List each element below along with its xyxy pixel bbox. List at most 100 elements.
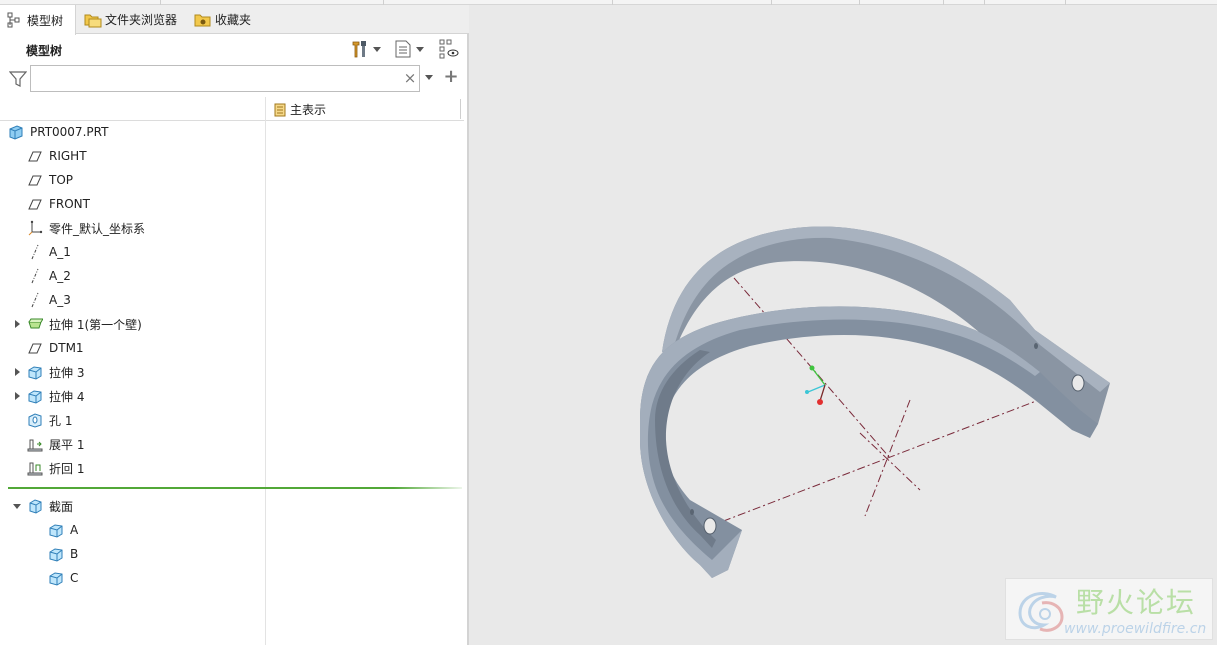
tree-settings-button[interactable]: [350, 38, 381, 60]
hole-small: [1034, 343, 1038, 349]
tree-item[interactable]: 孔 1: [12, 408, 72, 432]
section-icon: [49, 548, 63, 562]
column-primary-display[interactable]: 主表示: [273, 101, 326, 118]
tree-item-label: 拉伸 3: [49, 365, 85, 380]
tree-settings-tools-icon: [352, 41, 366, 58]
datum-axis-line: [707, 387, 1071, 528]
tree-filters-button[interactable]: [438, 38, 460, 60]
tree-item-label: PRT0007.PRT: [30, 125, 109, 139]
add-search-plus-icon[interactable]: +: [442, 67, 460, 89]
datum-plane-icon: [28, 151, 42, 162]
tab-model-tree[interactable]: 模型树: [0, 5, 76, 35]
csys-y-dot: [809, 365, 815, 371]
tree-item-label: C: [70, 571, 79, 585]
tree-item[interactable]: A_2: [12, 264, 71, 288]
tree-item-label: 展平 1: [49, 437, 85, 452]
tree-item-label: 孔 1: [49, 413, 73, 428]
tree-show-button[interactable]: [393, 38, 424, 60]
tree-item[interactable]: 拉伸 4: [12, 384, 84, 408]
tree-search-row: × +: [0, 64, 469, 94]
coordinate-system-icon: [28, 220, 43, 236]
tree-item[interactable]: A_3: [12, 288, 71, 312]
tree-item[interactable]: DTM1: [12, 336, 84, 360]
display-state-icon: [274, 103, 286, 116]
datum-plane-icon: [28, 343, 42, 354]
hole: [703, 517, 717, 535]
search-options-chevron-down-icon[interactable]: [425, 75, 433, 80]
sheetmetal-part-render: [640, 226, 1110, 578]
tree-item[interactable]: 展平 1: [12, 432, 84, 456]
datum-axis-icon: [31, 292, 39, 308]
tree-column-header: 主表示: [0, 97, 464, 121]
tree-item-sections[interactable]: 截面: [12, 494, 73, 518]
csys-y-axis: [811, 367, 826, 386]
datum-axis-line: [859, 432, 921, 491]
forum-watermark: 野火论坛 www.proewildfire.cn: [1005, 578, 1213, 640]
chevron-right-icon: [14, 320, 20, 328]
datum-axis-icon: [31, 244, 39, 260]
unbend-icon: [27, 439, 43, 452]
expand-toggle[interactable]: [12, 384, 22, 408]
tree-item-label: A_1: [49, 245, 71, 259]
tab-folder-browser[interactable]: 文件夹浏览器: [78, 5, 188, 34]
column-divider: [265, 97, 266, 645]
extrude-icon: [28, 366, 42, 380]
favorites-icon: [194, 12, 211, 28]
model-tree-icon: [6, 12, 22, 28]
tree-item-label: 截面: [49, 499, 74, 514]
filter-funnel-icon[interactable]: [9, 70, 27, 88]
tree-item-label: 拉伸 4: [49, 389, 85, 404]
tree-item[interactable]: RIGHT: [12, 144, 87, 168]
chevron-down-icon: [416, 46, 424, 52]
part-icon: [9, 125, 23, 140]
insert-here-marker[interactable]: [8, 487, 462, 489]
chevron-right-icon: [14, 368, 20, 376]
tab-label: 收藏夹: [215, 13, 252, 27]
tab-label: 文件夹浏览器: [105, 13, 178, 27]
tree-item[interactable]: 折回 1: [12, 456, 84, 480]
navigator-panel: 模型树 文件夹浏览器 收藏夹 模型树 × + 主表示 PRT0007.PRT R…: [0, 5, 469, 645]
section-item[interactable]: C: [48, 566, 78, 590]
tree-item[interactable]: 拉伸 3: [12, 360, 84, 384]
clear-search-icon[interactable]: ×: [402, 69, 418, 87]
tree-item-label: DTM1: [49, 341, 84, 355]
sheetmetal-wall-icon: [28, 318, 43, 329]
expand-toggle[interactable]: [12, 360, 22, 384]
watermark-title: 野火论坛: [1076, 586, 1197, 619]
tree-item[interactable]: TOP: [12, 168, 73, 192]
column-resize-handle[interactable]: [460, 99, 461, 119]
tree-item-label: A: [70, 523, 79, 537]
folder-browser-icon: [84, 12, 102, 28]
tab-favorites[interactable]: 收藏夹: [188, 5, 260, 34]
datum-axis-icon: [31, 268, 39, 284]
tree-item[interactable]: FRONT: [12, 192, 90, 216]
section-icon: [49, 524, 63, 538]
tree-item[interactable]: 零件_默认_坐标系: [12, 216, 145, 240]
tree-root[interactable]: PRT0007.PRT: [8, 120, 108, 144]
tree-item[interactable]: 拉伸 1(第一个壁): [12, 312, 142, 336]
section-item[interactable]: B: [48, 542, 78, 566]
expand-toggle[interactable]: [12, 494, 22, 518]
section-item[interactable]: A: [48, 518, 78, 542]
expand-toggle[interactable]: [12, 312, 22, 336]
navigator-tab-bar: 模型树 文件夹浏览器 收藏夹: [0, 5, 469, 35]
csys-x-axis: [807, 384, 826, 393]
csys-z-dot: [817, 399, 823, 405]
tree-item-label: B: [70, 547, 79, 561]
tree-item-label: 零件_默认_坐标系: [49, 221, 146, 236]
tree-item[interactable]: A_1: [12, 240, 71, 264]
tree-item-label: A_3: [49, 293, 71, 307]
section-icon: [49, 572, 63, 586]
tree-search-input[interactable]: [30, 65, 420, 92]
extrude-icon: [28, 390, 42, 404]
graphics-window[interactable]: [471, 5, 1217, 645]
hole-small: [690, 509, 694, 515]
csys-x-dot: [805, 390, 809, 394]
